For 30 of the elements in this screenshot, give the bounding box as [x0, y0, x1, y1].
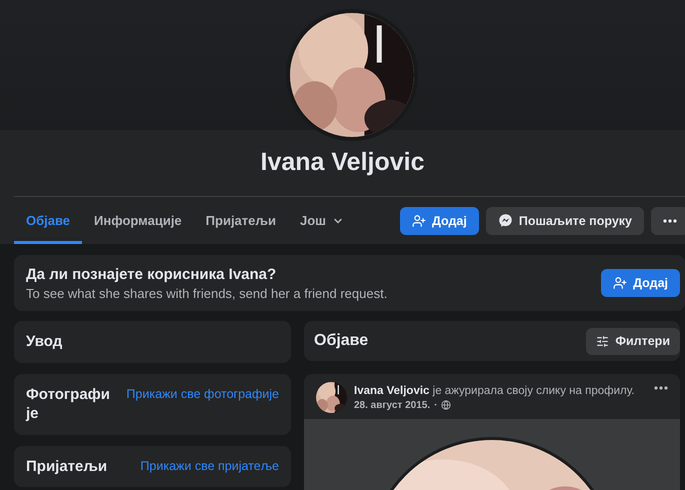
- post-headline: Ivana Veljovic је ажурирала своју слику на профилу.: [354, 384, 635, 396]
- more-button[interactable]: [651, 206, 685, 234]
- more-icon: [663, 218, 677, 222]
- add-friend-button[interactable]: Додај: [400, 206, 479, 234]
- post-date[interactable]: 28. август 2015.: [354, 400, 430, 410]
- globe-icon: [441, 400, 452, 410]
- message-button[interactable]: Пошаљите поруку: [486, 206, 644, 234]
- add-person-icon: [613, 276, 628, 290]
- more-icon: [654, 386, 668, 390]
- add-friend-button[interactable]: Додај: [601, 269, 680, 297]
- profile-tab[interactable]: Информације: [82, 197, 194, 244]
- author-avatar[interactable]: [316, 382, 347, 413]
- profile-tab[interactable]: Још: [288, 197, 356, 244]
- messenger-icon: [498, 213, 513, 228]
- suggestion-title: Да ли познајете корисника Ivana?: [26, 266, 278, 282]
- add-person-icon: [412, 214, 426, 228]
- separator-dot: ·: [434, 400, 438, 410]
- profile-tab[interactable]: Објаве: [14, 197, 82, 244]
- see-all-link[interactable]: Прикажи све пријатеље: [140, 456, 279, 476]
- filter-button[interactable]: Филтери: [586, 328, 680, 354]
- more-button[interactable]: [654, 386, 668, 390]
- see-all-link[interactable]: Прикажи све фотографије: [126, 384, 279, 404]
- filter-icon: [596, 334, 610, 348]
- suggestion-text: To see what she shares with friends, send her a friend request.: [26, 286, 388, 300]
- profile-tab[interactable]: Пријатељи: [194, 197, 288, 244]
- card-title: Пријатељи: [26, 456, 108, 476]
- card-title: Увод: [26, 332, 64, 352]
- card-title: Фотографије: [26, 384, 110, 424]
- profile-name: Ivana Veljovic: [260, 148, 426, 178]
- posts-title: Објаве: [314, 332, 368, 350]
